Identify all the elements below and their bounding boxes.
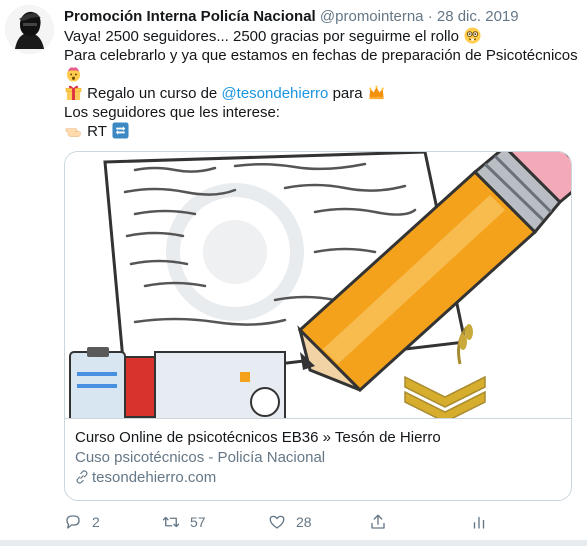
tweet-content: Promoción Interna Policía Nacional @prom… — [64, 7, 578, 530]
mention-link[interactable]: @tesondehierro — [221, 85, 328, 102]
tweet-line-5: Los seguidores que les interese: — [64, 104, 280, 121]
analytics-button[interactable] — [470, 511, 488, 533]
gift-emoji-icon — [65, 85, 82, 101]
like-count: 28 — [296, 514, 312, 530]
author-name[interactable]: Promoción Interna Policía Nacional — [64, 8, 316, 25]
tweet-line-2: Para celebrarlo y ya que estamos en fech… — [64, 47, 578, 64]
card-title: Curso Online de psicotécnicos EB36 » Tes… — [75, 429, 441, 446]
bottom-divider — [0, 540, 587, 546]
dot-separator: · — [427, 8, 433, 25]
tweet-header: Promoción Interna Policía Nacional @prom… — [64, 7, 576, 27]
link-card[interactable]: Curso Online de psicotécnicos EB36 » Tes… — [64, 151, 572, 501]
link-icon — [76, 470, 88, 484]
tweet[interactable]: Promoción Interna Policía Nacional @prom… — [0, 0, 587, 546]
like-button[interactable]: 28 — [268, 511, 312, 533]
heart-icon — [269, 515, 285, 529]
pencil-illustration — [69, 152, 571, 423]
card-body: Curso Online de psicotécnicos EB36 » Tes… — [75, 428, 561, 488]
tweet-date[interactable]: 28 dic. 2019 — [437, 8, 519, 25]
retweet-count: 57 — [190, 514, 206, 530]
reply-icon — [66, 515, 80, 529]
author-handle[interactable]: @promointerna — [320, 8, 424, 25]
card-description: Cuso psicotécnicos - Policía Nacional — [75, 449, 326, 466]
card-domain-text: tesondehierro.com — [92, 469, 217, 486]
analytics-icon — [473, 516, 485, 529]
masked-figure-avatar-icon — [5, 5, 54, 54]
retweet-button[interactable]: 57 — [162, 511, 206, 533]
tweet-line-6: RT — [87, 123, 107, 140]
avatar[interactable] — [5, 5, 54, 54]
tweet-line-4-end: para — [332, 85, 363, 102]
tweet-line-4-text: Regalo un curso de — [87, 85, 218, 102]
repeat-emoji-icon — [112, 122, 129, 139]
reply-button[interactable]: 2 — [64, 511, 100, 533]
share-button[interactable] — [369, 511, 387, 533]
tweet-text: Vaya! 2500 seguidores... 2500 gracias po… — [64, 27, 578, 141]
pointing-hand-emoji-icon — [65, 128, 81, 137]
retweet-icon — [162, 516, 180, 528]
tweet-line-1: Vaya! 2500 seguidores... 2500 gracias po… — [64, 28, 459, 45]
nerd-face-emoji-icon — [464, 27, 481, 44]
exploding-head-emoji-icon — [66, 67, 81, 82]
card-domain: tesondehierro.com — [75, 468, 561, 488]
action-bar: 2 57 28 — [64, 511, 576, 533]
card-image[interactable] — [65, 152, 571, 423]
crown-emoji-icon — [368, 85, 384, 100]
reply-count: 2 — [92, 514, 100, 530]
share-icon — [371, 514, 385, 529]
